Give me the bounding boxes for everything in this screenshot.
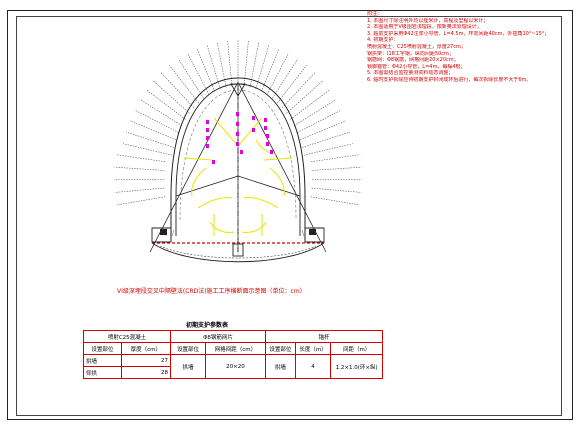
anchor-pipe-mark (236, 112, 239, 116)
anchor-pipe-mark (236, 122, 239, 126)
table-cell: 仰拱 (83, 366, 122, 379)
table-sub-header: 网格间距（cm） (204, 342, 267, 355)
anchor-bolt-ray (116, 196, 166, 206)
anchor-pipe-mark (266, 142, 269, 146)
anchor-bolt-ray (293, 99, 336, 127)
note-line: 2. 本图适用于V级围岩浅埋段，按新奥法原理设计； (367, 24, 482, 31)
support-parameter-table: 喷射C25混凝土 Φ8钢筋网片 锚杆 设置部位 厚度（cm） 设置部位 网格间距… (83, 330, 383, 379)
note-line: 1. 本图尺寸除注明外均以厘米计，高程及里程以米计； (367, 17, 489, 24)
design-notes: 附注： 1. 本图尺寸除注明外均以厘米计，高程及里程以米计； 2. 本图适用于V… (367, 11, 557, 84)
table-cell: 1.2×1.0(环×纵) (330, 354, 383, 379)
anchor-pipe-mark (252, 116, 255, 120)
anchor-bolt-ray (153, 80, 190, 114)
table-group-header-row: 喷射C25混凝土 Φ8钢筋网片 锚杆 (83, 330, 383, 343)
anchor-bolt-ray (114, 166, 165, 171)
table-row: 拱墙 27 拱墙 20×20 拱墙 4 1.2×1.0(环×纵) (83, 354, 383, 379)
anchor-pipe-mark (206, 128, 209, 132)
anchor-bolt-ray (310, 196, 360, 206)
left-temporary-strut (175, 175, 239, 197)
table-sub-header: 设置部位 (170, 342, 206, 355)
table-cell: 4 (294, 354, 332, 379)
note-line: 4. 初期支护： (367, 37, 399, 44)
anchor-bolt-ray (115, 154, 166, 163)
table-cell: 拱墙 (265, 354, 296, 379)
note-line: 6. 临时支护拆除应待初期支护封闭成环后进行，每次拆除长度不大于6m。 (367, 76, 532, 83)
anchor-bolt-ray (122, 143, 173, 156)
anchor-pipe-mark (206, 120, 209, 124)
anchor-pipe-mark (266, 134, 269, 138)
anchor-bolt-ray (125, 131, 174, 148)
table-sub-header: 间距（m） (330, 342, 383, 355)
table-sub-header-row: 设置部位 厚度（cm） 设置部位 网格间距（cm） 设置部位 长度（m） 间距（… (83, 342, 383, 355)
note-line: 锁脚锚管：Φ42小导管，L=4m，每榀4根； (367, 63, 466, 70)
note-line: 钢拱架：I18工字钢，纵向间距50cm； (367, 50, 454, 57)
notes-title: 附注： (367, 11, 383, 17)
table-sub-header: 长度（m） (294, 342, 332, 355)
table-sub-header: 设置部位 (83, 342, 122, 355)
anchor-pipe-mark (264, 118, 267, 122)
anchor-bolt-ray (311, 187, 362, 193)
anchor-bolt-ray (129, 120, 177, 141)
anchor-bolt-ray (286, 80, 323, 114)
anchor-pipe-mark (236, 142, 239, 146)
note-line: 钢筋网：Φ8钢筋，网格间距20×20cm； (367, 57, 459, 64)
anchor-bolt-ray (243, 40, 249, 87)
anchor-bolt-ray (311, 166, 362, 171)
anchor-bolt-ray (206, 44, 221, 90)
anchor-bolt-ray (140, 99, 183, 127)
anchor-bolt-ray (114, 187, 165, 193)
table-sub-header: 设置部位 (265, 342, 296, 355)
anchor-bolt-ray (311, 178, 362, 181)
table-title: 初期支护参数表 (186, 322, 229, 329)
anchor-pipe-mark (270, 150, 273, 154)
table-cell: 拱墙 (83, 354, 122, 367)
table-sub-header: 厚度（cm） (120, 342, 172, 355)
anchor-bolt-ray (310, 154, 361, 163)
table-group-header: 喷射C25混凝土 (83, 330, 171, 343)
anchor-pipe-mark (212, 160, 215, 164)
anchor-bolt-ray (272, 58, 299, 99)
table-group-header: 锚杆 (265, 330, 383, 343)
table-cell: 27 (120, 354, 172, 367)
anchor-pipe-mark (206, 144, 209, 148)
anchor-pipe-mark (264, 126, 267, 130)
table-cell: 20×20 (204, 354, 267, 379)
anchor-bolt-ray (277, 65, 307, 104)
anchor-pipe-mark (206, 136, 209, 140)
note-line: 5. 本图需结合监控量测资料动态调整； (367, 70, 454, 77)
anchor-bolt-ray (303, 143, 354, 156)
right-temporary-strut (237, 175, 301, 197)
anchor-bolt-ray (297, 109, 342, 133)
anchor-bolt-ray (255, 44, 270, 90)
anchor-bolt-ray (177, 58, 204, 99)
table-cell: 28 (120, 366, 172, 379)
table-cell: 拱墙 (170, 354, 206, 379)
anchor-bolt-ray (299, 120, 347, 141)
note-line: 喷射混凝土：C25喷射混凝土，厚度27cm； (367, 43, 466, 50)
anchor-bolt-ray (134, 109, 179, 133)
anchor-bolt-ray (169, 65, 199, 104)
anchor-pipe-mark (240, 150, 243, 154)
drawing-caption: VI级深埋段交叉中隔壁法(CRD法)施工工序横断面示意图（单位：cm） (117, 288, 306, 295)
anchor-pipe-mark (236, 132, 239, 136)
anchor-bolt-ray (114, 178, 165, 181)
note-line: 3. 超前支护采用Φ42注浆小导管，L=4.5m，环向间距40cm，外插角10°… (367, 30, 550, 37)
table-group-header: Φ8钢筋网片 (170, 330, 266, 343)
anchor-bolt-ray (302, 131, 351, 148)
anchor-pipe-mark (252, 128, 255, 132)
anchor-bolt-ray (227, 40, 233, 87)
